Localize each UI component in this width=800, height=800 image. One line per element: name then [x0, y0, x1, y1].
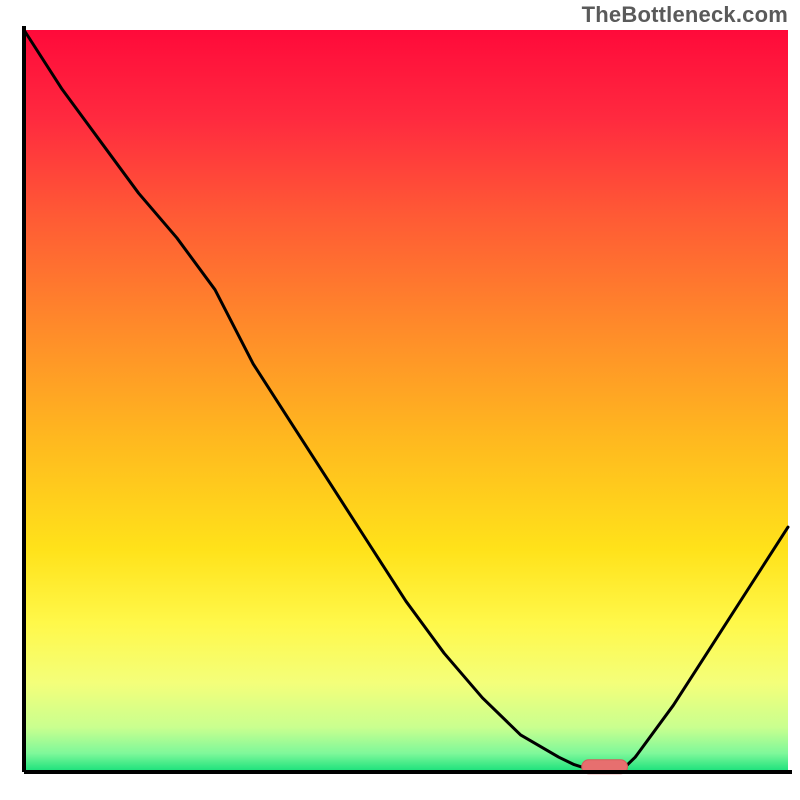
chart-frame: TheBottleneck.com	[0, 0, 800, 800]
heat-gradient	[24, 30, 788, 772]
gradient-background	[24, 30, 788, 772]
bottleneck-chart	[0, 0, 800, 800]
